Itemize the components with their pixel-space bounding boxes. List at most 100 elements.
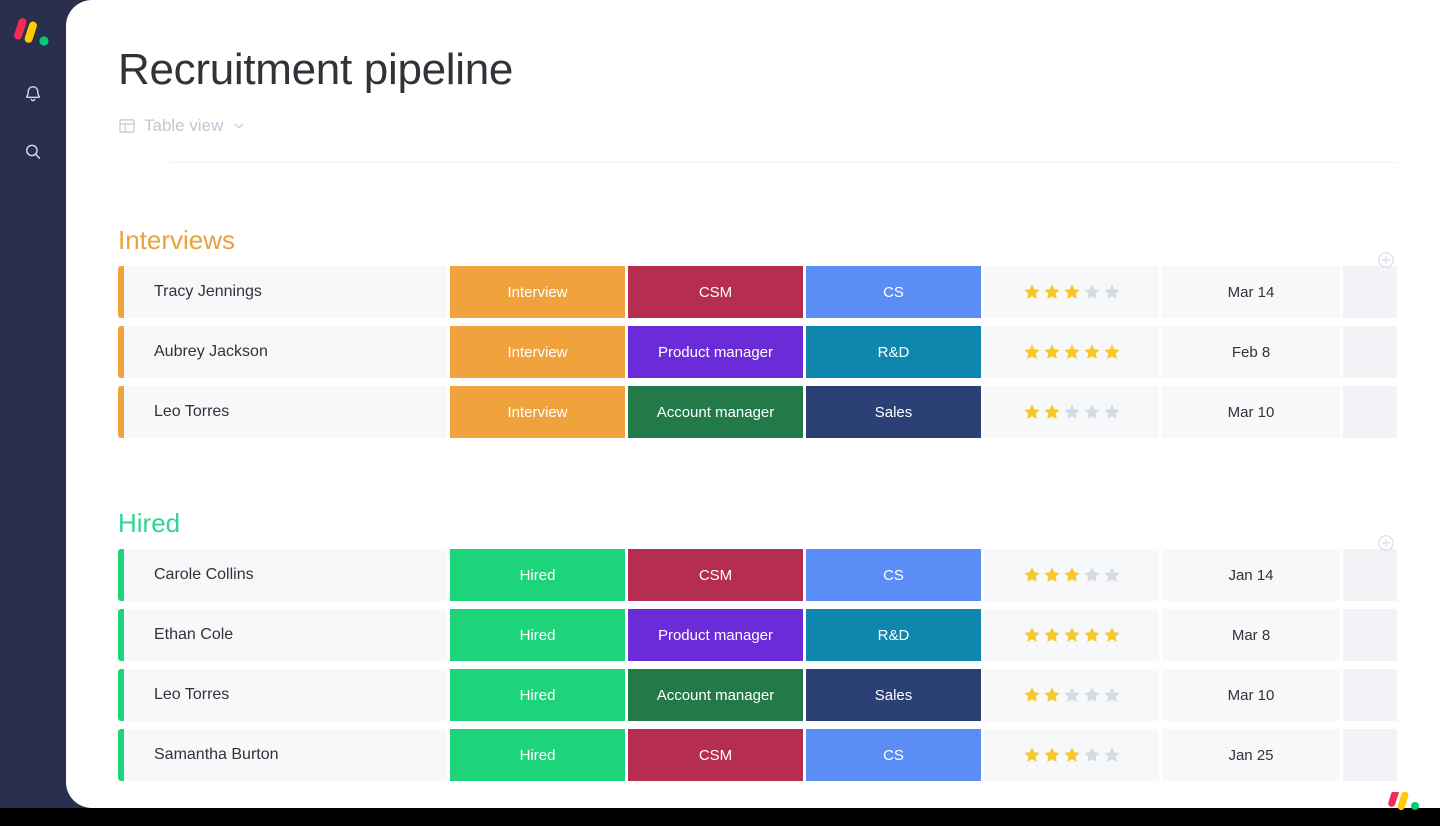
cell-department[interactable]: Sales — [806, 386, 981, 438]
star-filled-icon[interactable] — [1063, 343, 1081, 361]
cell-role[interactable]: Account manager — [628, 669, 803, 721]
cell-status[interactable]: Hired — [450, 669, 625, 721]
cell-role[interactable]: Account manager — [628, 386, 803, 438]
cell-status[interactable]: Interview — [450, 386, 625, 438]
star-empty-icon[interactable] — [1083, 403, 1101, 421]
star-filled-icon[interactable] — [1023, 403, 1041, 421]
cell-role[interactable]: CSM — [628, 266, 803, 318]
cell-extra[interactable] — [1343, 266, 1397, 318]
cell-date[interactable]: Mar 10 — [1162, 386, 1340, 438]
group-title-interviews[interactable]: Interviews — [118, 163, 235, 266]
monday-logo[interactable] — [13, 18, 53, 52]
table-row[interactable]: Ethan ColeHiredProduct managerR&D Mar 8 — [118, 609, 1440, 661]
cell-candidate-name[interactable]: Samantha Burton — [124, 729, 447, 781]
star-empty-icon[interactable] — [1083, 686, 1101, 704]
star-filled-icon[interactable] — [1023, 283, 1041, 301]
cell-candidate-name[interactable]: Leo Torres — [124, 669, 447, 721]
table-row[interactable]: Carole CollinsHiredCSMCS Jan 14 — [118, 549, 1440, 601]
cell-department[interactable]: R&D — [806, 326, 981, 378]
star-filled-icon[interactable] — [1023, 746, 1041, 764]
star-filled-icon[interactable] — [1043, 343, 1061, 361]
star-empty-icon[interactable] — [1063, 403, 1081, 421]
cell-date[interactable]: Mar 14 — [1162, 266, 1340, 318]
star-empty-icon[interactable] — [1083, 746, 1101, 764]
star-filled-icon[interactable] — [1043, 686, 1061, 704]
cell-role[interactable]: CSM — [628, 549, 803, 601]
star-filled-icon[interactable] — [1043, 283, 1061, 301]
cell-department[interactable]: CS — [806, 266, 981, 318]
cell-extra[interactable] — [1343, 549, 1397, 601]
cell-rating[interactable] — [984, 609, 1159, 661]
add-item-icon[interactable] — [1377, 251, 1395, 269]
star-filled-icon[interactable] — [1063, 566, 1081, 584]
cell-department[interactable]: CS — [806, 729, 981, 781]
star-empty-icon[interactable] — [1103, 283, 1121, 301]
cell-role[interactable]: CSM — [628, 729, 803, 781]
cell-department[interactable]: R&D — [806, 609, 981, 661]
cell-status[interactable]: Interview — [450, 266, 625, 318]
star-filled-icon[interactable] — [1063, 283, 1081, 301]
star-filled-icon[interactable] — [1063, 746, 1081, 764]
star-empty-icon[interactable] — [1103, 403, 1121, 421]
table-row[interactable]: Samantha BurtonHiredCSMCS Jan 25 — [118, 729, 1440, 781]
cell-extra[interactable] — [1343, 729, 1397, 781]
cell-date[interactable]: Feb 8 — [1162, 326, 1340, 378]
star-filled-icon[interactable] — [1023, 343, 1041, 361]
star-filled-icon[interactable] — [1023, 686, 1041, 704]
star-filled-icon[interactable] — [1043, 403, 1061, 421]
star-filled-icon[interactable] — [1023, 566, 1041, 584]
star-filled-icon[interactable] — [1043, 626, 1061, 644]
add-item-icon[interactable] — [1377, 534, 1395, 552]
cell-status[interactable]: Hired — [450, 729, 625, 781]
cell-status[interactable]: Hired — [450, 609, 625, 661]
table-row[interactable]: Leo TorresInterviewAccount managerSales M… — [118, 386, 1440, 438]
star-filled-icon[interactable] — [1103, 626, 1121, 644]
star-empty-icon[interactable] — [1063, 686, 1081, 704]
cell-department[interactable]: Sales — [806, 669, 981, 721]
cell-role[interactable]: Product manager — [628, 326, 803, 378]
cell-extra[interactable] — [1343, 326, 1397, 378]
search-icon[interactable] — [17, 136, 49, 168]
cell-date[interactable]: Mar 8 — [1162, 609, 1340, 661]
star-filled-icon[interactable] — [1023, 626, 1041, 644]
star-filled-icon[interactable] — [1083, 343, 1101, 361]
cell-department[interactable]: CS — [806, 549, 981, 601]
cell-rating[interactable] — [984, 266, 1159, 318]
star-empty-icon[interactable] — [1103, 566, 1121, 584]
star-empty-icon[interactable] — [1103, 746, 1121, 764]
cell-status[interactable]: Interview — [450, 326, 625, 378]
star-empty-icon[interactable] — [1083, 283, 1101, 301]
cell-rating[interactable] — [984, 386, 1159, 438]
cell-date[interactable]: Jan 25 — [1162, 729, 1340, 781]
cell-rating[interactable] — [984, 729, 1159, 781]
table-row[interactable]: Aubrey JacksonInterviewProduct managerR&… — [118, 326, 1440, 378]
cell-candidate-name[interactable]: Tracy Jennings — [124, 266, 447, 318]
chevron-down-icon[interactable] — [231, 118, 247, 134]
cell-extra[interactable] — [1343, 386, 1397, 438]
cell-candidate-name[interactable]: Leo Torres — [124, 386, 447, 438]
cell-rating[interactable] — [984, 326, 1159, 378]
cell-date[interactable]: Jan 14 — [1162, 549, 1340, 601]
notifications-icon[interactable] — [17, 78, 49, 110]
cell-extra[interactable] — [1343, 609, 1397, 661]
star-filled-icon[interactable] — [1103, 343, 1121, 361]
cell-candidate-name[interactable]: Ethan Cole — [124, 609, 447, 661]
cell-status[interactable]: Hired — [450, 549, 625, 601]
table-row[interactable]: Tracy JenningsInterviewCSMCS Mar 14 — [118, 266, 1440, 318]
star-empty-icon[interactable] — [1083, 566, 1101, 584]
star-filled-icon[interactable] — [1063, 626, 1081, 644]
star-filled-icon[interactable] — [1043, 566, 1061, 584]
cell-date[interactable]: Mar 10 — [1162, 669, 1340, 721]
group-title-hired[interactable]: Hired — [118, 446, 180, 549]
view-selector[interactable]: Table view — [118, 116, 247, 136]
star-filled-icon[interactable] — [1083, 626, 1101, 644]
cell-role[interactable]: Product manager — [628, 609, 803, 661]
cell-rating[interactable] — [984, 669, 1159, 721]
star-filled-icon[interactable] — [1043, 746, 1061, 764]
cell-candidate-name[interactable]: Carole Collins — [124, 549, 447, 601]
cell-extra[interactable] — [1343, 669, 1397, 721]
cell-candidate-name[interactable]: Aubrey Jackson — [124, 326, 447, 378]
table-row[interactable]: Leo TorresHiredAccount managerSales Mar 1… — [118, 669, 1440, 721]
cell-rating[interactable] — [984, 549, 1159, 601]
star-empty-icon[interactable] — [1103, 686, 1121, 704]
